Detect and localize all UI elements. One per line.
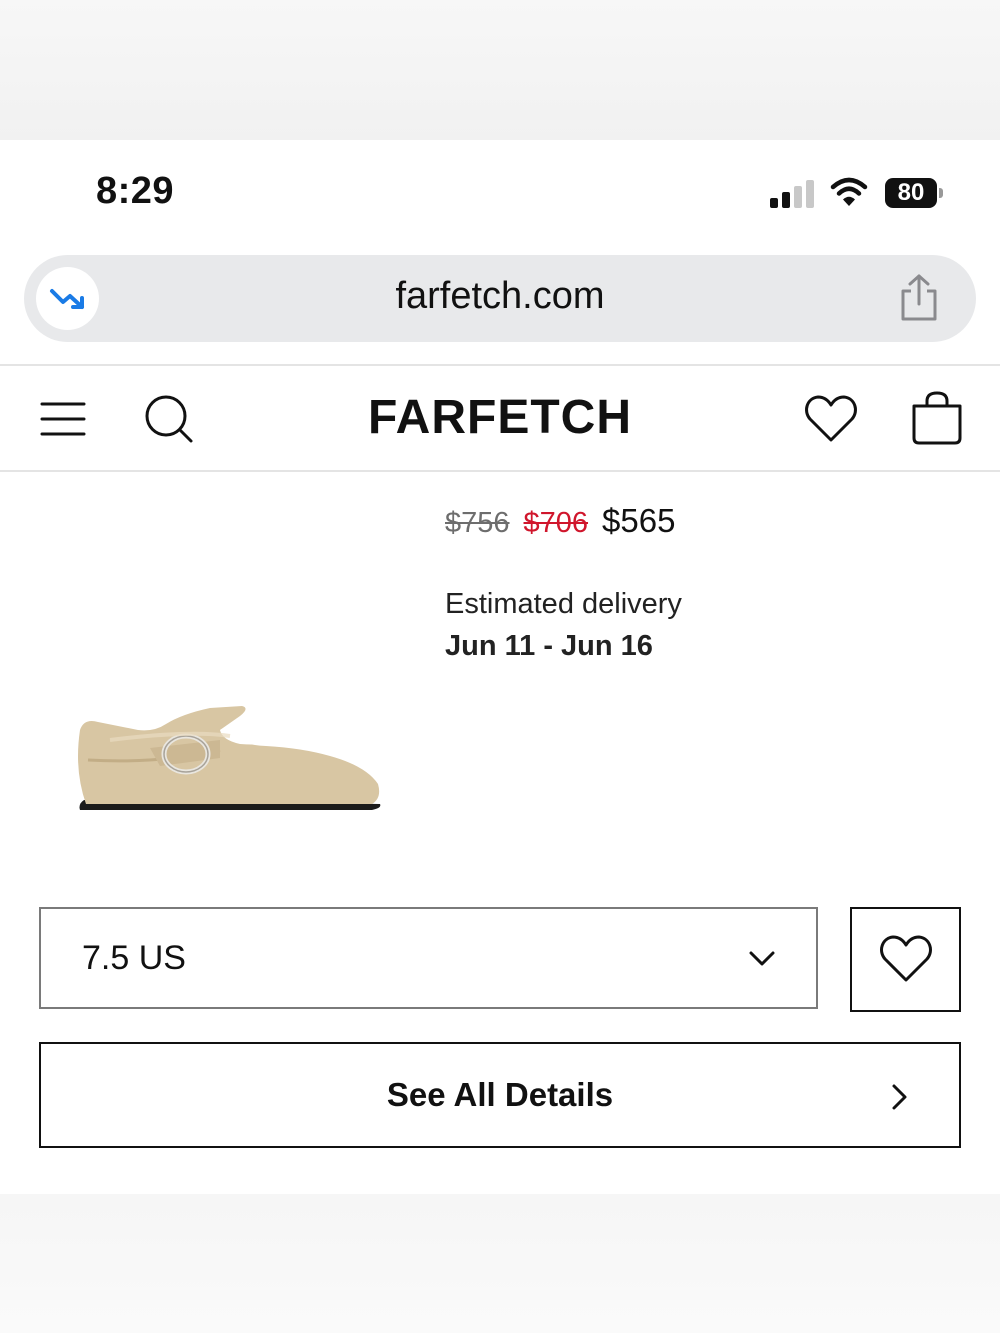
size-selector[interactable]: 7.5 US [39, 907, 818, 1009]
price-block: $756 $706 $565 [445, 502, 675, 540]
bag-icon[interactable] [910, 390, 964, 446]
price-previous: $706 [523, 507, 589, 539]
delivery-dates: Jun 11 - Jun 16 [445, 630, 653, 662]
heart-icon [880, 935, 932, 982]
share-icon[interactable] [896, 273, 942, 323]
background-bottom [0, 1194, 1000, 1333]
price-current: $565 [602, 502, 676, 539]
cellular-signal-icon [770, 180, 816, 208]
heart-icon[interactable] [804, 394, 858, 444]
see-all-details-button[interactable]: See All Details [39, 1042, 961, 1148]
battery-indicator: 80 [885, 178, 943, 210]
chevron-down-icon [749, 951, 775, 966]
price-original: $756 [445, 507, 510, 539]
add-to-wishlist-button[interactable] [850, 907, 961, 1012]
background-top [0, 0, 1000, 140]
see-all-details-label: See All Details [386, 1076, 614, 1113]
divider [0, 470, 1000, 472]
wifi-icon [830, 177, 868, 206]
phone-screen: 8:29 80 farfetch.com FARFETCH $756 $706 … [0, 140, 1000, 1194]
url-text[interactable]: farfetch.com [24, 275, 976, 318]
delivery-label: Estimated delivery [445, 588, 682, 620]
divider [0, 364, 1000, 366]
product-image[interactable] [70, 700, 390, 820]
chevron-right-icon [892, 1084, 907, 1110]
address-bar[interactable]: farfetch.com [24, 255, 976, 342]
status-time: 8:29 [96, 170, 175, 212]
size-value: 7.5 US [82, 939, 186, 977]
battery-level: 80 [885, 178, 937, 208]
